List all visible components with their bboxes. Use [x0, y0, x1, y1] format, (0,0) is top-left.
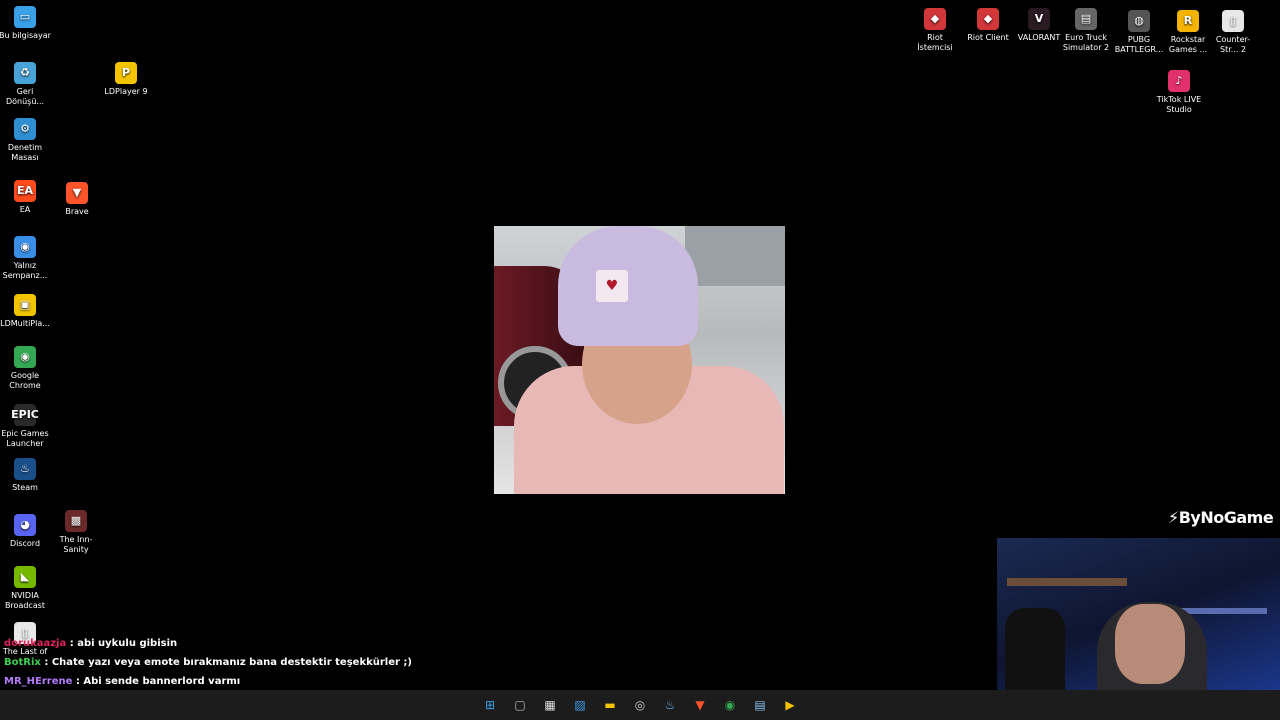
ldmultiplayer-icon: ▣ [14, 294, 36, 316]
shortcut-label: Yalnız Sempanz... [2, 261, 48, 280]
obs-icon[interactable]: ◎ [629, 694, 651, 716]
brave-icon: ▼ [66, 182, 88, 204]
chat-username: MR_HErrene [4, 676, 73, 687]
truck-icon: ▤ [1075, 8, 1097, 30]
shortcut-label: Bu bilgisayar [0, 31, 51, 40]
brand-logo: ⚡ByNoGame [1168, 508, 1274, 527]
shortcut-label: Counter-Str... 2 [1215, 35, 1251, 54]
shortcut-label: LDMultiPla... [0, 319, 50, 328]
desktop-shortcut[interactable]: EPIC Epic Games Launcher [0, 404, 51, 449]
shortcut-label: EA [19, 205, 31, 214]
brand-text: ByNoGame [1178, 508, 1274, 527]
shortcut-label: TikTok LIVE Studio [1156, 95, 1202, 114]
ea-icon: EA [14, 180, 36, 202]
notepad-icon[interactable]: ▤ [749, 694, 771, 716]
shortcut-label: Google Chrome [9, 371, 41, 390]
epic-games-icon: EPIC [11, 404, 39, 426]
beanie-patch: ♥ [596, 270, 628, 302]
shortcut-label: Euro Truck Simulator 2 [1062, 33, 1110, 52]
shortcut-label: LDPlayer 9 [104, 87, 148, 96]
media-icon[interactable]: ▶ [779, 694, 801, 716]
chrome-icon: ◉ [14, 346, 36, 368]
chat-text: : Chate yazı veya emote bırakmanız bana … [40, 657, 412, 668]
taskbar: ⊞ ▢ ▦ ▨ ▬ ◎ ♨ ▼ ◉ ▤ ▶ [0, 690, 1280, 720]
computer-icon: ▭ [14, 6, 36, 28]
chat-username: dorukaazja [4, 638, 67, 649]
tiktok-icon: ♪ [1168, 70, 1190, 92]
chat-username: BotRix [4, 657, 41, 668]
desktop-shortcut[interactable]: ▣ LDMultiPla... [0, 294, 51, 329]
desktop-shortcut[interactable]: ◣ NVIDIA Broadcast [0, 566, 51, 611]
ldplayer-icon: P [115, 62, 137, 84]
shortcut-label: Geri Dönüşü... [5, 87, 45, 106]
discord-icon: ◕ [14, 514, 36, 536]
desktop-shortcut[interactable]: ▭ Bu bilgisayar [0, 6, 51, 41]
file-icon: ▯ [1222, 10, 1244, 32]
start-icon[interactable]: ⊞ [479, 694, 501, 716]
chat-text: : abi uykulu gibisin [66, 638, 178, 649]
desktop-shortcut[interactable]: ◕ Discord [0, 514, 51, 549]
desktop-shortcut[interactable]: ◍ PUBG BATTLEGR... [1113, 10, 1165, 55]
desktop-shortcut[interactable]: ▩ The Inn-Sanity [50, 510, 102, 555]
beanie [558, 226, 698, 346]
desktop-shortcut[interactable]: ◉ Google Chrome [0, 346, 51, 391]
chrome-icon[interactable]: ◉ [719, 694, 741, 716]
desktop-shortcut[interactable]: ♨ Steam [0, 458, 51, 493]
riot-icon: ◆ [977, 8, 999, 30]
desktop-shortcut[interactable]: ▼ Brave [51, 182, 103, 217]
valorant-icon: V [1028, 8, 1050, 30]
app-icon[interactable]: ▦ [539, 694, 561, 716]
chrome-icon: ◉ [14, 236, 36, 258]
desktop-shortcut[interactable]: V VALORANT [1013, 8, 1065, 43]
game-icon: ▩ [65, 510, 87, 532]
shortcut-label: Discord [9, 539, 41, 548]
shortcut-label: Brave [65, 207, 89, 216]
desktop-shortcut[interactable]: ◆ Riot Client [962, 8, 1014, 43]
pubg-icon: ◍ [1128, 10, 1150, 32]
desktop-shortcut[interactable]: ♪ TikTok LIVE Studio [1153, 70, 1205, 115]
task-view-icon[interactable]: ▢ [509, 694, 531, 716]
brave-icon[interactable]: ▼ [689, 694, 711, 716]
shortcut-label: Riot Client [967, 33, 1009, 42]
riot-icon: ◆ [924, 8, 946, 30]
rockstar-icon: R [1177, 10, 1199, 32]
steam-icon: ♨ [14, 458, 36, 480]
steam-icon[interactable]: ♨ [659, 694, 681, 716]
desktop-shortcut[interactable]: ▤ Euro Truck Simulator 2 [1060, 8, 1112, 53]
desktop-shortcut[interactable]: ◆ Riot İstemcisi [909, 8, 961, 53]
chat-message: BotRix : Chate yazı veya emote bırakmanı… [4, 655, 504, 674]
shortcut-label: VALORANT [1017, 33, 1061, 42]
bolt-icon: ⚡ [1168, 508, 1179, 527]
shortcut-label: PUBG BATTLEGR... [1114, 35, 1164, 54]
background-building [685, 226, 785, 286]
desktop-shortcut[interactable]: ▯ Counter-Str... 2 [1207, 10, 1259, 55]
streamer-face [1115, 604, 1185, 684]
desktop-shortcut[interactable]: ◉ Yalnız Sempanz... [0, 236, 51, 281]
shortcut-label: Steam [12, 483, 38, 492]
shelf [1007, 578, 1127, 586]
chat-text: : Abi sende bannerlord varmı [72, 676, 241, 687]
shortcut-label: The Inn-Sanity [59, 535, 93, 554]
desktop-shortcut[interactable]: P LDPlayer 9 [100, 62, 152, 97]
shortcut-label: Epic Games Launcher [1, 429, 49, 448]
desktop-shortcut[interactable]: EA EA [0, 180, 51, 215]
shortcut-label: Riot İstemcisi [917, 33, 953, 52]
chat-message: dorukaazja : abi uykulu gibisin [4, 636, 504, 655]
recycle-bin-icon: ♻ [14, 62, 36, 84]
desktop-shortcut[interactable]: ⚙ Denetim Masası [0, 118, 51, 163]
file-explorer-icon[interactable]: ▬ [599, 694, 621, 716]
desktop-shortcut[interactable]: ♻ Geri Dönüşü... [0, 62, 51, 107]
nvidia-icon: ◣ [14, 566, 36, 588]
chat-overlay: dorukaazja : abi uykulu gibisin BotRix :… [4, 636, 504, 693]
video-overlay: ♥ [494, 226, 785, 494]
photos-icon[interactable]: ▨ [569, 694, 591, 716]
shortcut-label: NVIDIA Broadcast [4, 591, 46, 610]
control-panel-icon: ⚙ [14, 118, 36, 140]
shortcut-label: Denetim Masası [7, 143, 43, 162]
